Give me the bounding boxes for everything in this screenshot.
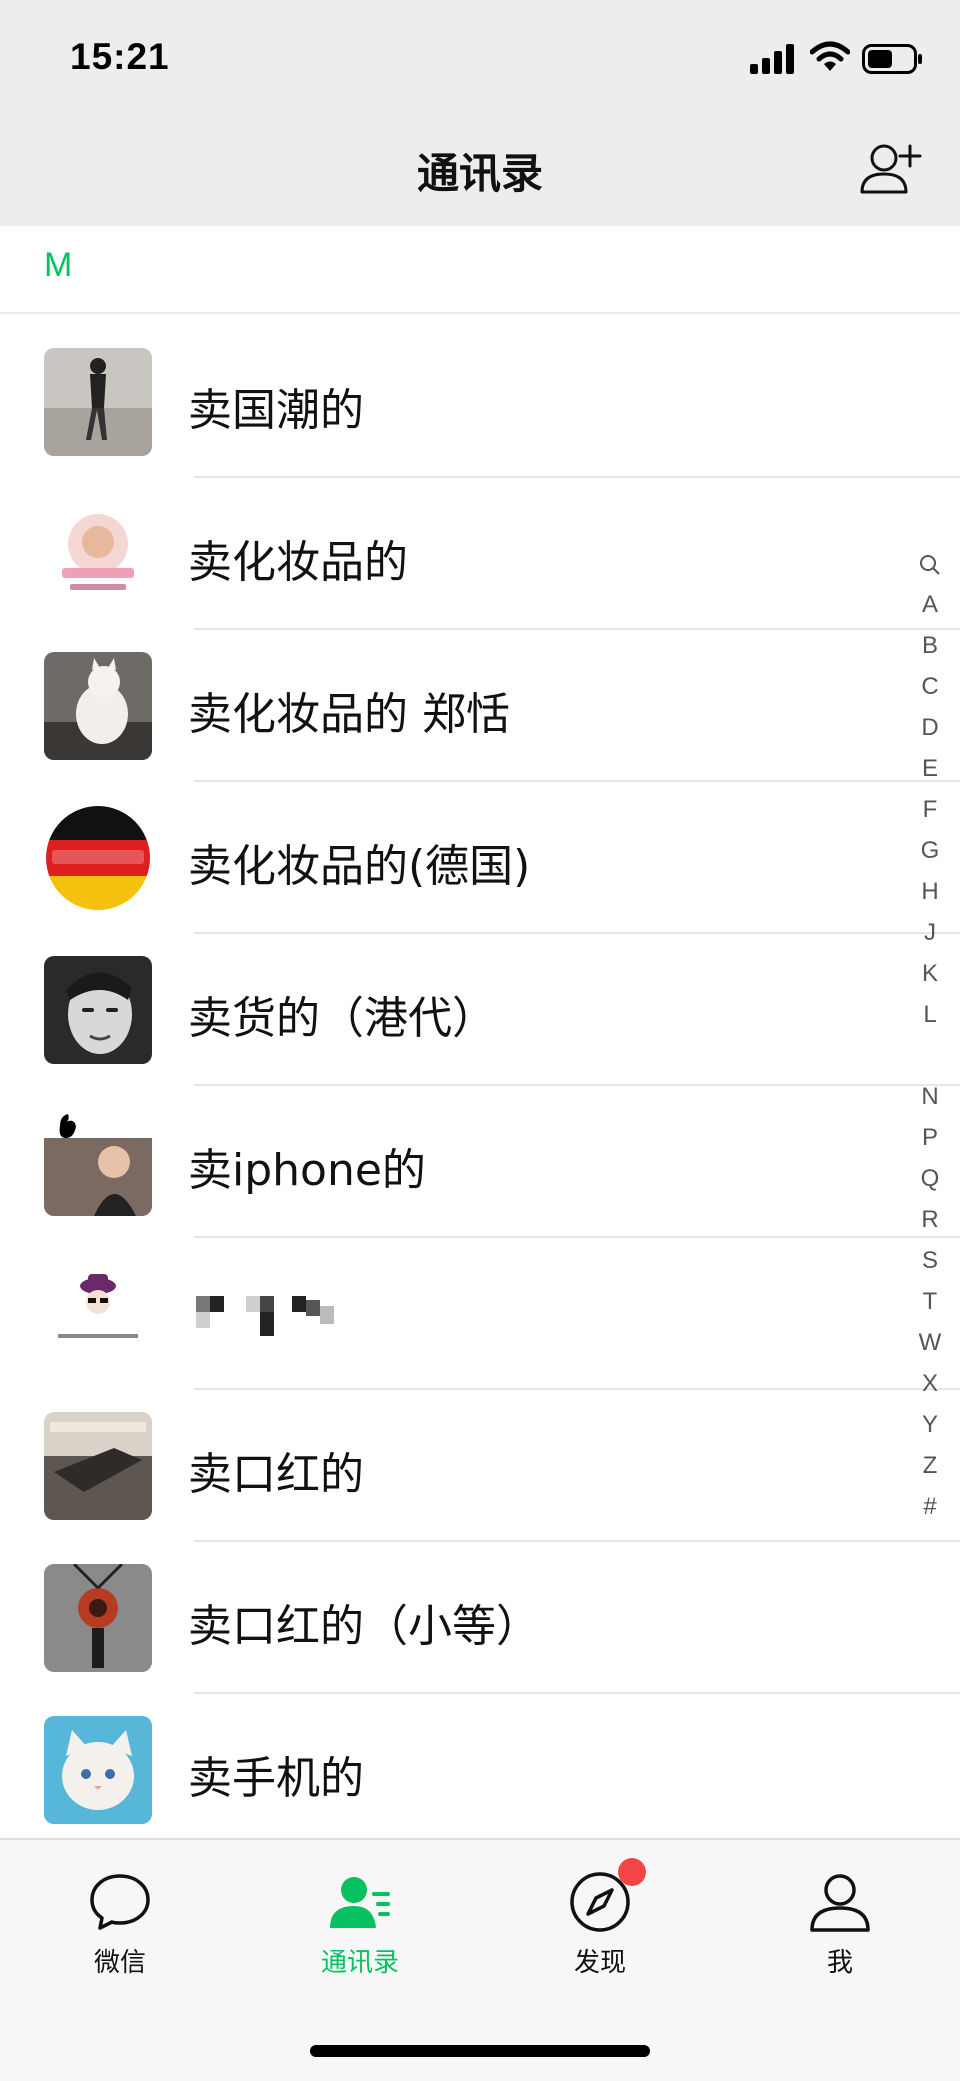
index-letter[interactable]: K [900,953,960,994]
chat-bubble-icon [90,1874,150,1930]
avatar [44,500,152,608]
contact-name: 卖国潮的 [188,385,364,436]
index-letter[interactable]: D [900,707,960,748]
index-letter[interactable]: A [900,584,960,625]
index-letter[interactable]: T [900,1281,960,1322]
contact-row[interactable]: 卖化妆品的(德国) [0,782,960,934]
contact-name: 卖货的（港代） [188,993,496,1044]
index-letter[interactable]: Z [900,1445,960,1486]
contact-row[interactable]: 卖iphone的 [0,1086,960,1238]
avatar [44,1108,152,1216]
index-letter[interactable]: G [900,830,960,871]
contact-name: 卖iphone的 [188,1145,426,1196]
nav-bar: 通讯录 [0,112,960,226]
cellular-signal-icon [750,44,794,74]
index-letter[interactable]: H [900,871,960,912]
index-letter[interactable]: Y [900,1404,960,1445]
contacts-icon [330,1877,390,1928]
index-letter[interactable]: L [900,994,960,1035]
avatar [44,1412,152,1520]
index-letter[interactable]: Q [900,1158,960,1199]
index-letter[interactable]: X [900,1363,960,1404]
tab-me[interactable]: 我 [740,1870,940,1990]
index-letter[interactable]: J [900,912,960,953]
home-indicator [310,2045,650,2057]
index-letter[interactable]: N [900,1076,960,1117]
section-letter: M [44,246,73,284]
avatar [44,1716,152,1824]
tab-label: 发现 [573,1948,626,1978]
tab-label: 我 [826,1948,853,1978]
wifi-icon [810,41,850,71]
avatar [44,1564,152,1672]
contact-row[interactable] [0,1238,960,1390]
contact-row[interactable]: 卖化妆品的 郑恬 [0,630,960,782]
tab-label: 微信 [93,1948,146,1978]
contact-row[interactable]: 卖手机的 [0,1694,960,1846]
add-friend-icon[interactable] [858,136,922,200]
contact-name: 卖化妆品的(德国) [188,841,531,892]
contact-name: 卖手机的 [188,1753,364,1804]
profile-icon [810,1874,870,1932]
index-letter[interactable]: W [900,1322,960,1363]
avatar [44,348,152,456]
index-letter[interactable]: C [900,666,960,707]
pixelated-name [196,1296,334,1336]
contact-row[interactable]: 卖口红的 [0,1390,960,1542]
contact-row[interactable]: 卖货的（港代） [0,934,960,1086]
index-letter[interactable]: E [900,748,960,789]
index-letter[interactable]: S [900,1240,960,1281]
index-search-icon[interactable] [900,543,960,584]
contact-row[interactable]: 卖口红的（小等） [0,1542,960,1694]
index-letter[interactable]: # [900,1486,960,1527]
avatar [44,804,152,912]
contact-name: 卖口红的（小等） [188,1601,540,1652]
status-bar: 15:21 [0,0,960,112]
section-header: M [0,226,960,314]
index-letter[interactable]: B [900,625,960,666]
index-letter[interactable]: P [900,1117,960,1158]
contact-row[interactable]: 卖化妆品的 [0,478,960,630]
index-letter[interactable]: F [900,789,960,830]
contact-name: 卖化妆品的 郑恬 [188,689,510,740]
index-letter[interactable]: M [900,1035,960,1076]
avatar [44,1260,152,1368]
status-time: 15:21 [70,36,170,77]
contact-name: 卖口红的 [188,1449,364,1500]
tab-chats[interactable]: 微信 [20,1870,220,1990]
index-letter[interactable]: R [900,1199,960,1240]
avatar [44,652,152,760]
tab-contacts[interactable]: 通讯录 [260,1870,460,1990]
battery-icon [862,44,922,74]
tab-discover[interactable]: 发现 [500,1870,700,1990]
notification-badge [618,1858,646,1886]
contact-row[interactable]: 卖国潮的 [0,326,960,478]
avatar [44,956,152,1064]
tab-label: 通讯录 [320,1948,399,1978]
page-title: 通讯录 [416,149,543,198]
contact-name: 卖化妆品的 [188,537,408,588]
